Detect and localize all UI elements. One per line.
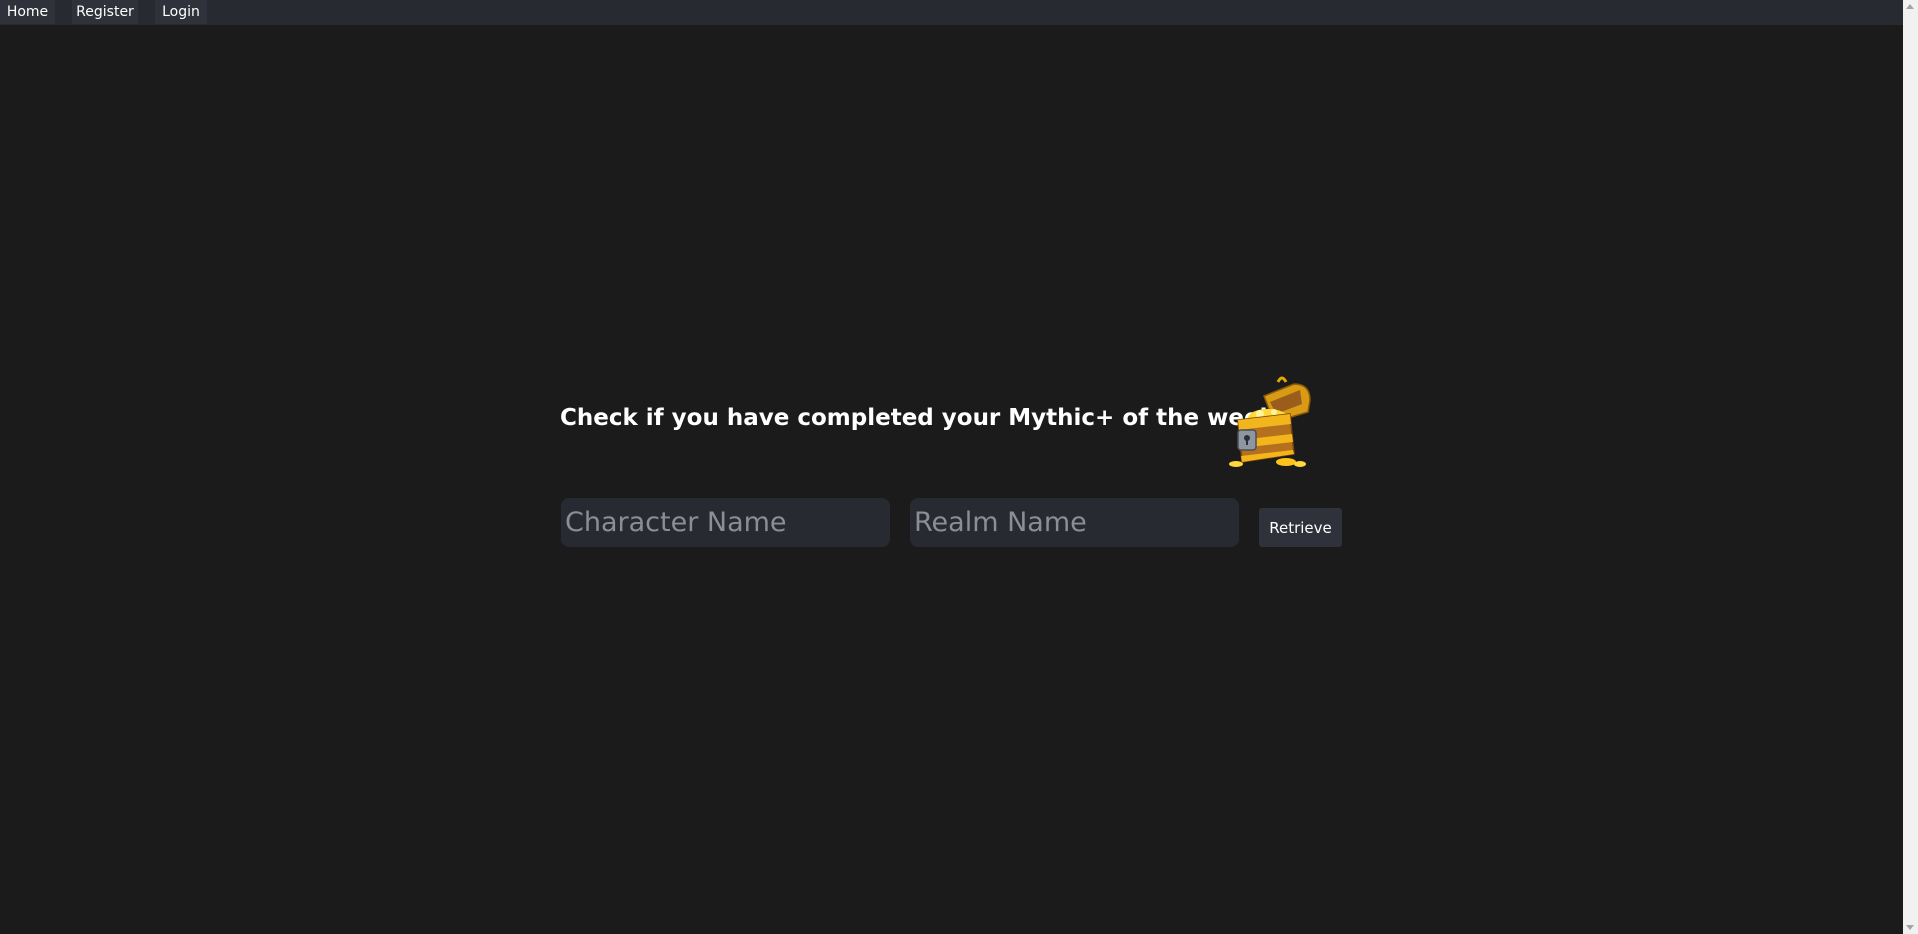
scroll-up-arrow-icon[interactable] [1906,4,1914,9]
nav-register-button[interactable]: Register [72,0,138,24]
page-headline: Check if you have completed your Mythic+… [560,405,1286,431]
character-name-input[interactable] [561,498,890,547]
treasure-chest-icon [1216,370,1316,470]
realm-name-input[interactable] [910,498,1239,547]
nav-login-button[interactable]: Login [155,0,207,24]
vertical-scrollbar[interactable] [1903,0,1918,934]
retrieve-button[interactable]: Retrieve [1259,508,1342,547]
top-navbar: Home Register Login [0,0,1903,25]
page: Home Register Login Check if you have co… [0,0,1918,934]
nav-home-button[interactable]: Home [0,0,55,24]
scroll-down-arrow-icon[interactable] [1906,925,1914,930]
